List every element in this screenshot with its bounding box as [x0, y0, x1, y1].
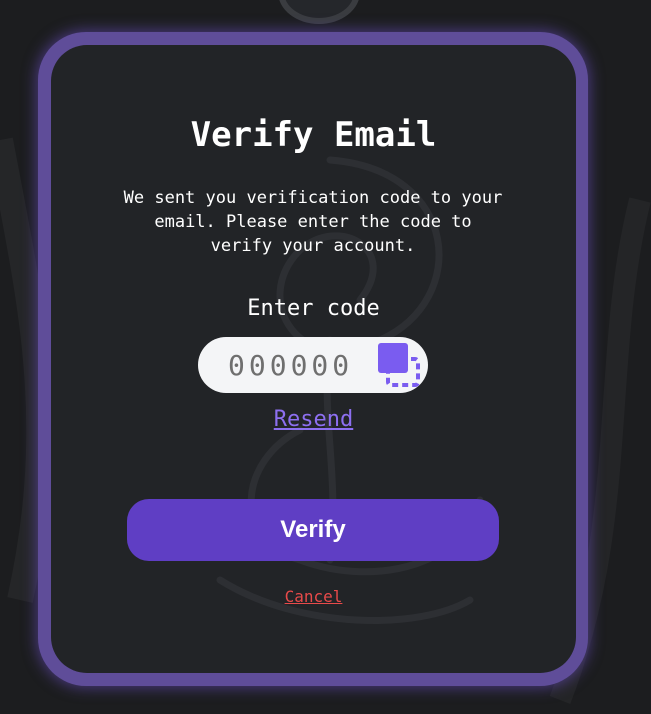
- page-title: Verify Email: [190, 115, 437, 155]
- cancel-link[interactable]: Cancel: [51, 587, 576, 607]
- code-input[interactable]: [228, 346, 373, 384]
- verify-button[interactable]: Verify: [127, 499, 499, 561]
- instruction-text: We sent you verification code to your em…: [123, 188, 503, 256]
- code-field: [198, 337, 428, 393]
- code-label: Enter code: [247, 296, 380, 321]
- verify-email-dialog: Verify Email We sent you verification co…: [51, 45, 576, 673]
- paste-icon[interactable]: [376, 341, 422, 389]
- resend-link[interactable]: Resend: [51, 406, 576, 434]
